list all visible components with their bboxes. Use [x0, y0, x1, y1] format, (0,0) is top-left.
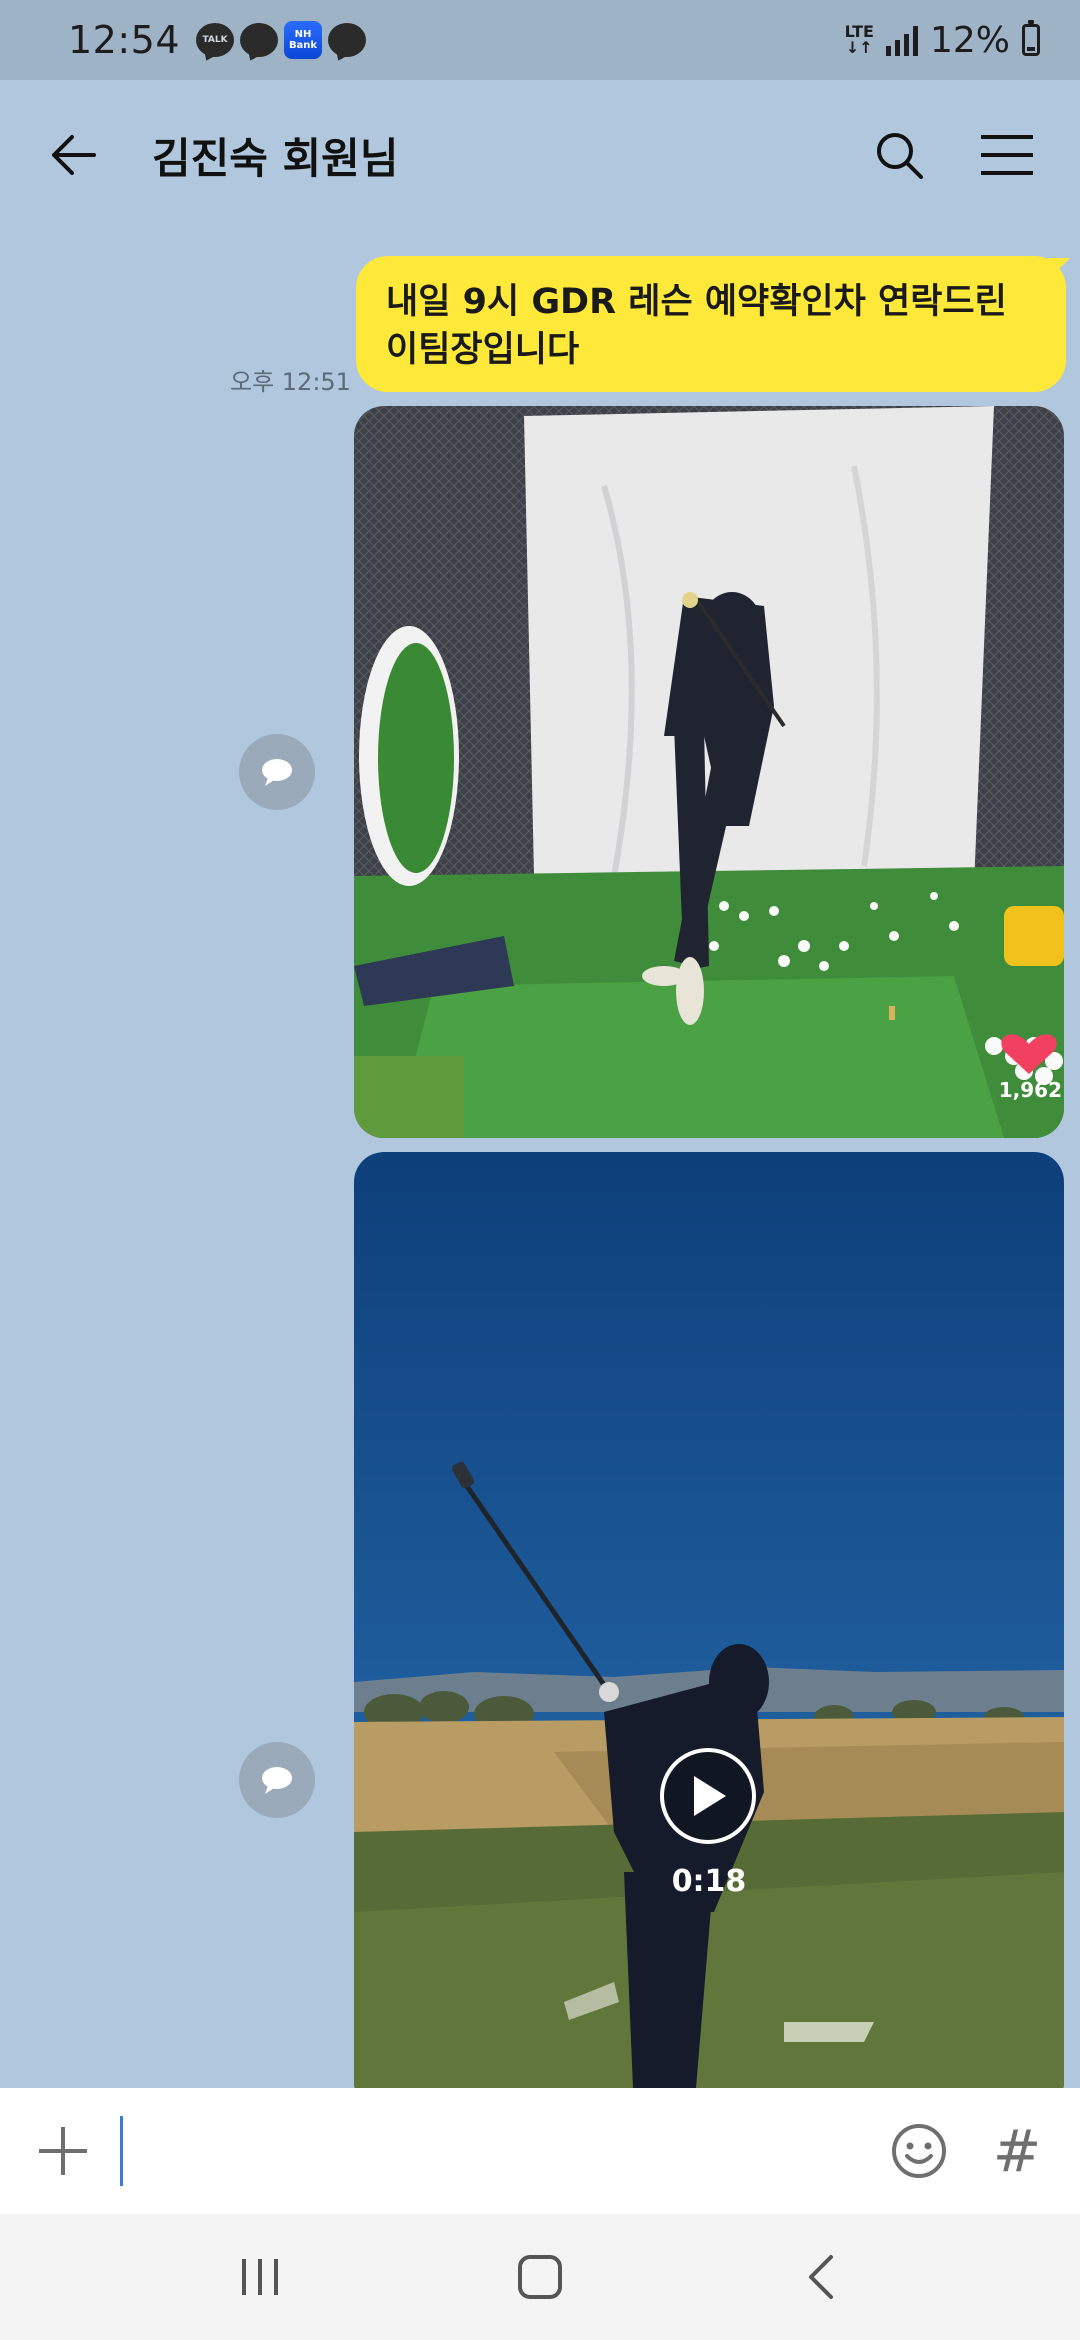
notification-icons: TALK NH Bank	[196, 21, 367, 59]
chat-bubble-icon	[328, 23, 367, 57]
battery-icon	[1022, 20, 1040, 56]
signal-icon	[885, 24, 918, 56]
image-message[interactable]: 1,962	[354, 406, 1064, 1138]
talk-bubble-icon: TALK	[196, 23, 235, 57]
play-icon[interactable]	[660, 1748, 756, 1844]
nh-bank-icon: NH Bank	[284, 21, 323, 59]
status-indicators: LTE ↓↑ 12%	[845, 20, 1040, 61]
bubble-tail	[1048, 258, 1070, 280]
chat-header: 김진숙 회원님	[0, 80, 1080, 230]
plus-icon[interactable]	[28, 2116, 98, 2186]
status-bar: 12:54 TALK NH Bank LTE ↓↑ 12%	[0, 0, 1080, 80]
home-icon[interactable]	[495, 2232, 585, 2322]
recents-icon[interactable]	[215, 2232, 305, 2322]
message-text-line: 이팀장입니다	[386, 330, 580, 370]
share-message-icon[interactable]	[239, 734, 315, 810]
message-input[interactable]	[120, 2116, 884, 2186]
emoji-icon[interactable]	[884, 2116, 954, 2186]
chat-messages[interactable]: 내일 9시 GDR 레슨 예약확인차 연락드린 이팀장입니다 오후 12:51	[0, 230, 1080, 2088]
header-actions	[864, 120, 1042, 190]
search-icon[interactable]	[864, 120, 934, 190]
menu-icon[interactable]	[972, 120, 1042, 190]
like-count: 1,962	[998, 1078, 1062, 1102]
battery-percent: 12%	[929, 19, 1010, 61]
network-type: LTE ↓↑	[844, 22, 874, 57]
message-input-bar: #	[0, 2088, 1080, 2214]
hashtag-button[interactable]: #	[982, 2117, 1052, 2185]
chat-title: 김진숙 회원님	[152, 133, 399, 183]
back-arrow-icon[interactable]	[38, 120, 108, 190]
message-time: 오후 12:51	[230, 368, 351, 396]
nav-back-icon[interactable]	[775, 2232, 865, 2322]
video-message[interactable]: 0:18	[354, 1152, 1064, 2088]
chat-bubble-icon	[240, 23, 279, 57]
status-time: 12:54	[68, 18, 181, 62]
golf-course-video-thumbnail	[354, 1152, 1064, 2088]
video-duration: 0:18	[671, 1864, 747, 1899]
share-message-icon[interactable]	[239, 1742, 315, 1818]
my-message-bubble[interactable]: 내일 9시 GDR 레슨 예약확인차 연락드린 이팀장입니다	[356, 256, 1066, 392]
system-nav-bar	[0, 2214, 1080, 2340]
message-text-line: 내일 9시 GDR 레슨 예약확인차 연락드린	[386, 282, 1007, 322]
golf-indoor-photo	[354, 406, 1064, 1138]
